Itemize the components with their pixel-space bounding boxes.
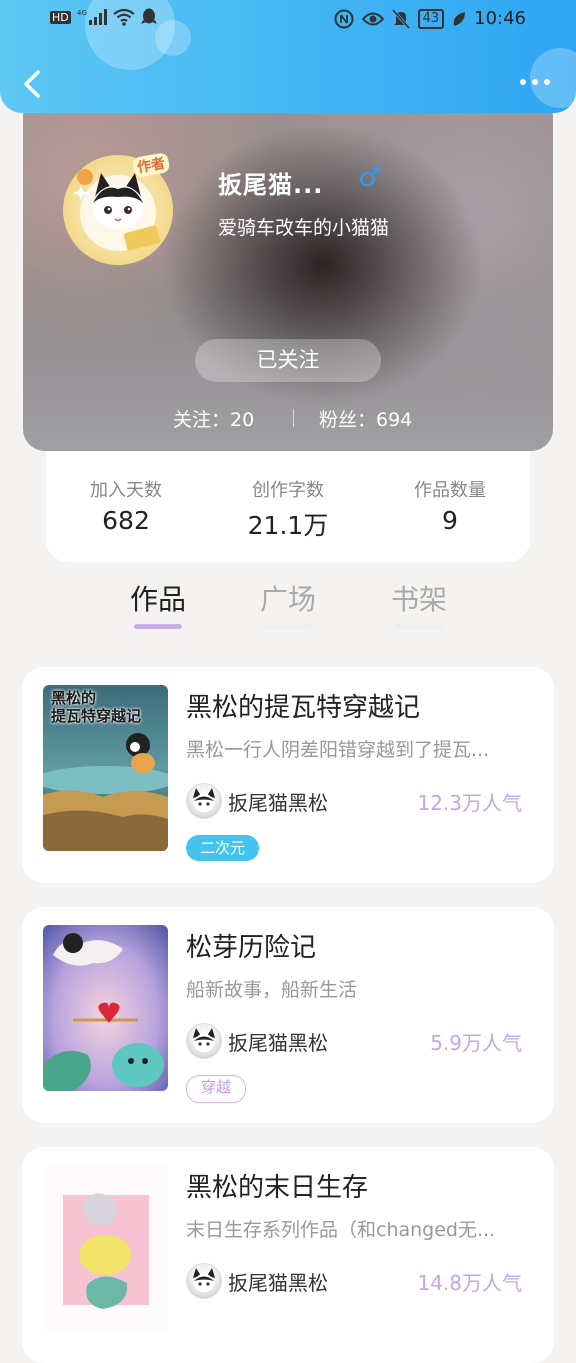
profile-header-card: 作者 扳尾猫... ♂ 爱骑车改车的小猫猫 已关注 关注：20 粉丝：694 [23,95,553,451]
author-avatar[interactable]: 作者 [63,152,173,265]
book-cover[interactable] [43,1165,168,1331]
tab-square[interactable]: 广场 [243,578,333,618]
tab-works[interactable]: 作品 [113,578,203,618]
book-title[interactable]: 黑松的提瓦特穿越记 [186,687,420,724]
stat-value: 9 [442,506,458,535]
stat-works-count: 作品数量 9 [370,476,530,535]
content-tabs: 作品 广场 书架 [0,570,576,638]
book-card[interactable]: 松芽历险记 船新故事，船新生活 扳尾猫黑松 5.9万人气 穿越 [22,907,554,1123]
more-options-icon[interactable] [518,72,552,92]
nfc-icon [334,9,354,28]
qq-icon [140,8,157,24]
fans-count[interactable]: 粉丝：694 [319,405,412,432]
following-count[interactable]: 关注：20 [173,405,254,432]
book-author: 扳尾猫黑松 [228,1271,328,1295]
book-popularity: 14.8万人气 [417,1271,522,1295]
leaf-icon [453,11,466,26]
book-author: 扳尾猫黑松 [228,791,328,815]
profile-name: 扳尾猫... [218,171,324,199]
male-gender-icon: ♂ [358,163,382,193]
book-title[interactable]: 黑松的末日生存 [186,1167,368,1204]
status-right-icons: 43 10:46 [334,8,526,29]
stat-value: 682 [102,506,150,535]
book-description: 黑松一行人阴差阳错穿越到了提瓦... [186,739,490,761]
tab-indicator [264,624,312,629]
book-tag[interactable]: 二次元 [186,835,260,861]
book-cover-title: 黑松的 提瓦特穿越记 [51,689,142,725]
book-description: 末日生存系列作品（和changed无... [186,1219,496,1241]
author-mini-avatar [186,1263,222,1299]
book-title[interactable]: 松芽历险记 [186,927,316,964]
stat-value: 21.1万 [247,511,329,540]
book-author: 扳尾猫黑松 [228,1031,328,1055]
book-card[interactable]: 黑松的末日生存 末日生存系列作品（和changed无... 扳尾猫黑松 14.8… [22,1147,554,1363]
book-popularity: 12.3万人气 [417,791,522,815]
book-cover-image [43,1165,168,1331]
author-stats-card: 加入天数 682 创作字数 21.1万 作品数量 9 [46,440,530,562]
tab-indicator-active [134,624,182,629]
stat-label: 加入天数 [90,480,162,501]
stat-word-count: 创作字数 21.1万 [208,476,368,542]
book-popularity: 5.9万人气 [430,1031,522,1055]
top-bar: HD 4G 43 10:46 [0,0,576,113]
tab-bookshelf[interactable]: 书架 [374,578,464,618]
back-arrow-icon[interactable] [18,64,50,104]
profile-bio: 爱骑车改车的小猫猫 [218,217,390,239]
4g-signal-icon: 4G [77,9,107,25]
stat-label: 创作字数 [252,480,324,501]
battery-indicator: 43 [417,8,445,29]
mute-bell-icon [391,8,410,29]
author-mini-avatar [186,783,222,819]
status-bar: HD 4G 43 10:46 [0,0,576,40]
author-mini-avatar [186,1023,222,1059]
book-cover[interactable] [43,925,168,1091]
follow-button[interactable]: 已关注 [195,339,381,382]
book-cover[interactable]: 黑松的 提瓦特穿越记 [43,685,168,851]
wifi-icon [113,8,135,26]
book-description: 船新故事，船新生活 [186,979,358,1001]
eye-icon [361,12,384,25]
status-time: 10:46 [474,8,526,29]
stat-join-days: 加入天数 682 [46,476,206,535]
book-tag[interactable]: 穿越 [186,1075,247,1103]
hd-icon: HD [50,10,71,24]
svg-text:4G: 4G [77,9,87,17]
status-left-icons: HD 4G [50,8,157,26]
book-cover-image [43,925,168,1091]
tab-indicator [395,624,443,629]
stat-label: 作品数量 [414,480,486,501]
book-card[interactable]: 黑松的 提瓦特穿越记 黑松的提瓦特穿越记 黑松一行人阴差阳错穿越到了提瓦... … [22,667,554,883]
stat-divider [293,409,294,427]
